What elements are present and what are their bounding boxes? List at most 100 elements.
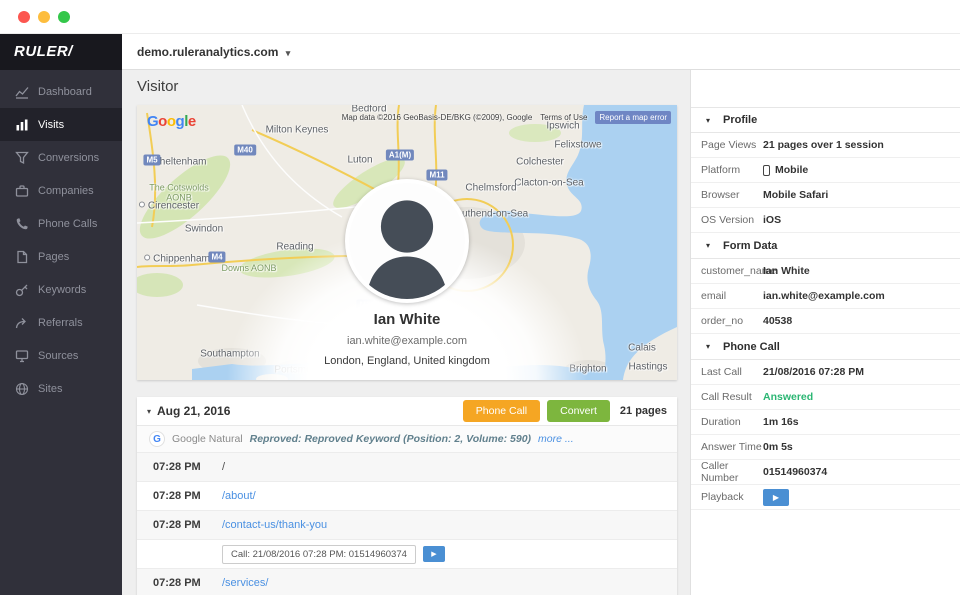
sidebar-item-phone-calls[interactable]: Phone Calls — [0, 207, 122, 240]
section-header[interactable]: ▾Profile — [691, 107, 960, 133]
sidebar-item-visits[interactable]: Visits — [0, 108, 122, 141]
map-place-label: Cheltenham — [144, 157, 207, 168]
sidebar-item-companies[interactable]: Companies — [0, 174, 122, 207]
detail-row: order_no40538 — [691, 309, 960, 334]
detail-row: Call ResultAnswered — [691, 385, 960, 410]
detail-value: Answered — [763, 391, 813, 403]
companies-icon — [15, 184, 29, 198]
detail-row: Playback▶ — [691, 485, 960, 510]
domain-selector[interactable]: demo.ruleranalytics.com ▾ — [137, 45, 290, 59]
play-call-button[interactable]: ▶ — [423, 546, 445, 562]
pages-icon — [15, 250, 29, 264]
phone-calls-icon — [15, 217, 29, 231]
sidebar-item-label: Conversions — [38, 152, 99, 164]
detail-label: order_no — [691, 315, 763, 327]
page-path-link[interactable]: /about/ — [222, 490, 256, 502]
google-logo-letter: g — [176, 113, 185, 130]
source-keyword: Reproved: Reproved Keyword (Position: 2,… — [250, 433, 531, 445]
traffic-source-row: G Google Natural Reproved: Reproved Keyw… — [137, 426, 677, 453]
google-icon: G — [149, 431, 165, 447]
call-row: Call: 21/08/2016 07:28 PM: 01514960374 ▶ — [137, 540, 677, 569]
sidebar-item-keywords[interactable]: Keywords — [0, 273, 122, 306]
convert-button[interactable]: Convert — [547, 400, 610, 422]
window-titlebar — [0, 0, 960, 34]
detail-value: 0m 5s — [763, 441, 793, 453]
google-logo-letter: o — [158, 113, 167, 130]
detail-value: 21/08/2016 07:28 PM — [763, 366, 864, 378]
detail-label: email — [691, 290, 763, 302]
detail-value: ▶ — [763, 489, 789, 506]
sources-icon — [15, 349, 29, 363]
call-info-chip: Call: 21/08/2016 07:28 PM: 01514960374 — [222, 545, 416, 564]
detail-label: Browser — [691, 189, 763, 201]
page-path-link[interactable]: /contact-us/thank-you — [222, 519, 327, 531]
conversions-icon — [15, 151, 29, 165]
sidebar-item-label: Visits — [38, 119, 64, 131]
google-logo[interactable]: Google — [147, 113, 196, 130]
timeline-row: 07:28 PM/services/ — [137, 569, 677, 595]
topbar: demo.ruleranalytics.com ▾ — [122, 34, 960, 70]
collapse-caret-icon: ▾ — [706, 342, 723, 351]
section-title: Phone Call — [723, 341, 780, 353]
section-header[interactable]: ▾Phone Call — [691, 334, 960, 360]
google-logo-letter: G — [147, 113, 158, 130]
detail-row: Duration1m 16s — [691, 410, 960, 435]
sidebar-item-label: Companies — [38, 185, 94, 197]
detail-value: 1m 16s — [763, 416, 799, 428]
detail-value: ian.white@example.com — [763, 290, 885, 302]
app-body: RULER/ Dashboard Visits Conversions Compani… — [0, 34, 960, 595]
visits-icon — [15, 118, 29, 132]
keywords-icon — [15, 283, 29, 297]
google-logo-letter: o — [167, 113, 176, 130]
map-report-link[interactable]: Report a map error — [595, 111, 671, 124]
playback-play-button[interactable]: ▶ — [763, 489, 789, 506]
map-place-label: Clacton-on-Sea — [514, 178, 583, 189]
zoom-window-button[interactable] — [58, 11, 70, 23]
sidebar-item-label: Pages — [38, 251, 69, 263]
sidebar-item-pages[interactable]: Pages — [0, 240, 122, 273]
detail-row: customer_nameIan White — [691, 259, 960, 284]
entry-time: 07:28 PM — [137, 490, 222, 502]
detail-value: iOS — [763, 214, 781, 226]
sidebar-item-label: Dashboard — [38, 86, 92, 98]
details-section-profile: ▾ProfilePage Views21 pages over 1 sessio… — [691, 107, 960, 233]
collapse-caret-icon: ▾ — [706, 241, 723, 250]
sidebar-menu: Dashboard Visits Conversions Companies Phone… — [0, 70, 122, 405]
detail-value: Mobile Safari — [763, 189, 828, 201]
map-attribution: Map data ©2016 GeoBasis-DE/BKG (©2009), … — [342, 113, 533, 122]
sidebar-item-sites[interactable]: Sites — [0, 372, 122, 405]
detail-row: Answer Time0m 5s — [691, 435, 960, 460]
map-place-label: Felixstowe — [554, 140, 601, 151]
map-fade-overlay — [137, 205, 677, 380]
brand-logo[interactable]: RULER/ — [0, 34, 122, 70]
sidebar-item-referrals[interactable]: Referrals — [0, 306, 122, 339]
detail-value: 01514960374 — [763, 466, 827, 478]
map-terms-link[interactable]: Terms of Use — [540, 113, 587, 122]
sidebar-item-dashboard[interactable]: Dashboard — [0, 75, 122, 108]
page-path-link[interactable]: /services/ — [222, 577, 268, 589]
minimize-window-button[interactable] — [38, 11, 50, 23]
page-title: Visitor — [137, 78, 677, 95]
sidebar-item-label: Sites — [38, 383, 62, 395]
visit-log-card: ▾ Aug 21, 2016 Phone Call Convert 21 pag… — [137, 397, 677, 595]
entry-time: 07:28 PM — [137, 461, 222, 473]
sidebar: RULER/ Dashboard Visits Conversions Compani… — [0, 34, 122, 595]
entry-time: 07:28 PM — [137, 577, 222, 589]
section-header[interactable]: ▾Form Data — [691, 233, 960, 259]
details-section-form-data: ▾Form Datacustomer_nameIan White emailian… — [691, 233, 960, 334]
more-link[interactable]: more ... — [538, 433, 574, 445]
close-window-button[interactable] — [18, 11, 30, 23]
sidebar-item-sources[interactable]: Sources — [0, 339, 122, 372]
phone-call-button[interactable]: Phone Call — [463, 400, 540, 422]
detail-value: 40538 — [763, 315, 792, 327]
map-attribution-bar: Map data ©2016 GeoBasis-DE/BKG (©2009), … — [342, 111, 671, 124]
detail-row: Caller Number01514960374 — [691, 460, 960, 485]
sidebar-item-label: Phone Calls — [38, 218, 97, 230]
sidebar-item-conversions[interactable]: Conversions — [0, 141, 122, 174]
detail-label: Call Result — [691, 391, 763, 403]
detail-value: 21 pages over 1 session — [763, 139, 884, 151]
detail-label: Last Call — [691, 366, 763, 378]
collapse-caret-icon[interactable]: ▾ — [147, 407, 151, 416]
entry-time: 07:28 PM — [137, 519, 222, 531]
pages-count: 21 pages — [620, 405, 667, 417]
